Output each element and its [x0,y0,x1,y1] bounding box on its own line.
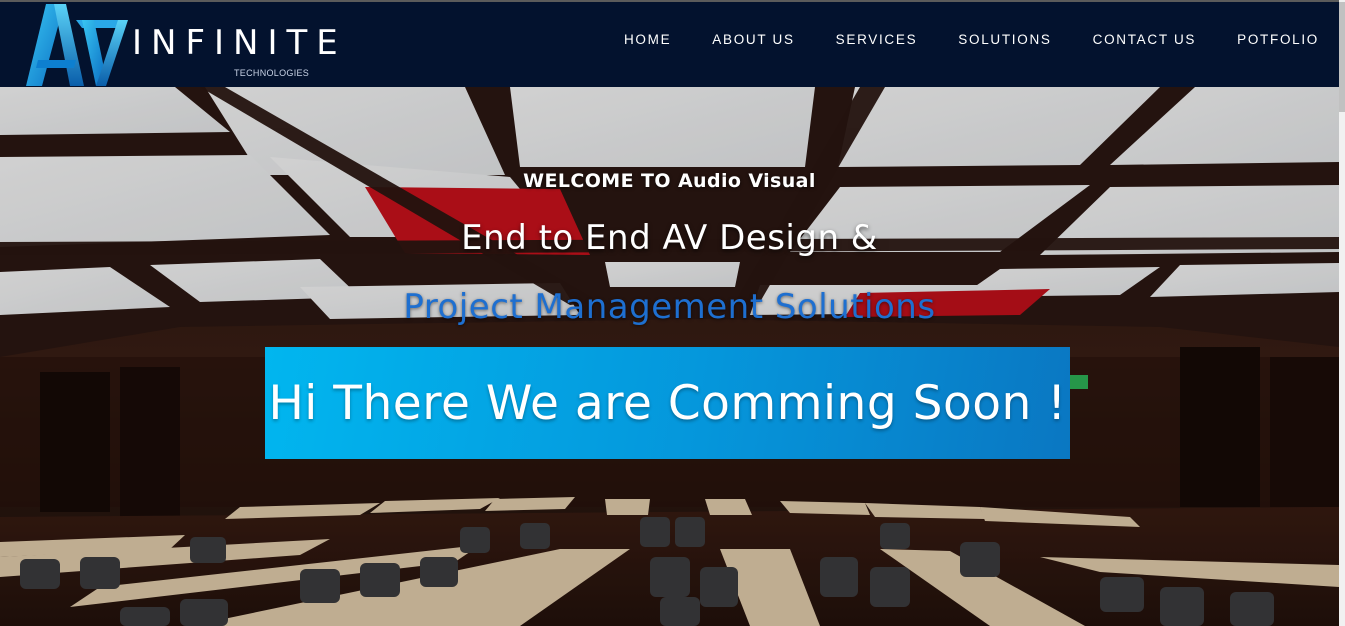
nav-home[interactable]: HOME [624,32,671,47]
main-nav: HOME ABOUT US SERVICES SOLUTIONS CONTACT… [583,2,1339,77]
logo-subtitle: TECHNOLOGIES [234,68,310,78]
nav-about-us[interactable]: ABOUT US [712,32,794,47]
hero-subheadline: Project Management Solutions [403,287,936,327]
site-logo[interactable]: INFINITE TECHNOLOGIES [24,4,338,88]
hero-section: WELCOME TO Audio Visual End to End AV De… [0,87,1339,626]
coming-soon-text: Hi There We are Comming Soon ! [268,375,1067,431]
nav-solutions[interactable]: SOLUTIONS [958,32,1051,47]
av-logo-mark-icon [26,4,128,86]
nav-contact-us[interactable]: CONTACT US [1093,32,1197,47]
coming-soon-banner: Hi There We are Comming Soon ! [265,347,1070,459]
nav-portfolio[interactable]: POTFOLIO [1237,32,1319,47]
site-header: INFINITE TECHNOLOGIES HOME ABOUT US SERV… [0,0,1339,87]
page-scrollbar[interactable] [1339,0,1345,626]
logo-wordmark: INFINITE [132,23,347,63]
hero-headline: End to End AV Design & [461,218,878,258]
nav-services[interactable]: SERVICES [836,32,918,47]
scrollbar-thumb[interactable] [1339,2,1345,112]
welcome-text: WELCOME TO Audio Visual [523,170,816,192]
